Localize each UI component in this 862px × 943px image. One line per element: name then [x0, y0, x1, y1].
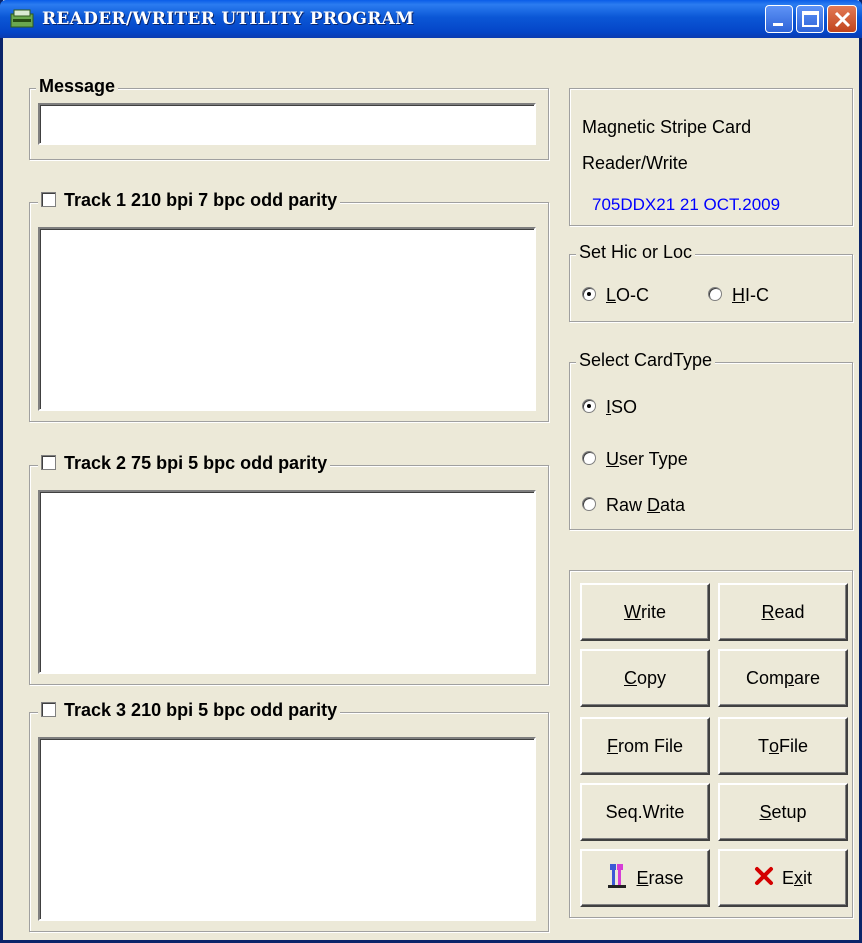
read-button[interactable]: Read: [718, 583, 848, 641]
write-button[interactable]: Write: [580, 583, 710, 641]
user-type-option[interactable]: User Type: [582, 449, 688, 470]
version-text: 705DDX21 21 OCT.2009: [592, 195, 781, 214]
card-reader-icon: [10, 8, 34, 30]
close-button[interactable]: [827, 5, 857, 33]
user-type-radio[interactable]: [582, 451, 596, 465]
maximize-button[interactable]: [796, 5, 824, 33]
raw-data-radio[interactable]: [582, 497, 596, 511]
track3-checkbox[interactable]: [41, 702, 56, 717]
lo-c-option[interactable]: LO-C: [582, 285, 649, 306]
exit-button[interactable]: Ex it: [718, 849, 848, 907]
track1-text-area[interactable]: [38, 227, 536, 411]
message-group: Message: [29, 76, 549, 160]
actions-panel: Write Read Copy Com p are From File To Fil…: [569, 570, 853, 918]
card-type-group: Select CardType ISO User Type Raw Data: [569, 350, 853, 530]
track1-label: Track 1 210 bpi 7 bpc odd parity: [64, 190, 338, 210]
message-field[interactable]: [38, 103, 536, 145]
to-file-button[interactable]: To File: [718, 717, 848, 775]
track2-label: Track 2 75 bpi 5 bpc odd parity: [64, 453, 328, 473]
window-title: READER/WRITER UTILITY PROGRAM: [42, 9, 415, 29]
seq-write-button[interactable]: Seq.Write: [580, 783, 710, 841]
eraser-icon: [606, 863, 628, 894]
track3-label: Track 3 210 bpi 5 bpc odd parity: [64, 700, 338, 720]
coercivity-group: Set Hic or Loc LO-C HI-C: [569, 242, 853, 322]
track1-label-row[interactable]: Track 1 210 bpi 7 bpc odd parity: [38, 190, 341, 211]
app-window: READER/WRITER UTILITY PROGRAM Message Tr…: [0, 0, 862, 943]
track2-group: Track 2 75 bpi 5 bpc odd parity: [29, 453, 549, 685]
info-panel: Magnetic Stripe Card Reader/Write 705DDX…: [569, 88, 853, 226]
product-name-line1: Magnetic Stripe Card: [582, 117, 752, 137]
track1-checkbox[interactable]: [41, 192, 56, 207]
message-label: Message: [36, 76, 119, 97]
minimize-button[interactable]: [765, 5, 793, 33]
title-bar[interactable]: READER/WRITER UTILITY PROGRAM: [0, 0, 862, 38]
track3-group: Track 3 210 bpi 5 bpc odd parity: [29, 700, 549, 932]
card-type-label: Select CardType: [576, 350, 716, 371]
iso-radio[interactable]: [582, 399, 596, 413]
track2-text-area[interactable]: [38, 490, 536, 674]
track3-label-row[interactable]: Track 3 210 bpi 5 bpc odd parity: [38, 700, 341, 721]
track2-label-row[interactable]: Track 2 75 bpi 5 bpc odd parity: [38, 453, 331, 474]
compare-button[interactable]: Com p are: [718, 649, 848, 707]
iso-option[interactable]: ISO: [582, 397, 637, 418]
erase-button[interactable]: Erase: [580, 849, 710, 907]
setup-button[interactable]: Setup: [718, 783, 848, 841]
product-name-line2: Reader/Write: [582, 153, 688, 173]
hi-c-option[interactable]: HI-C: [708, 285, 769, 306]
lo-c-radio[interactable]: [582, 287, 596, 301]
copy-button[interactable]: Copy: [580, 649, 710, 707]
coercivity-label: Set Hic or Loc: [576, 242, 696, 263]
track3-text-area[interactable]: [38, 737, 536, 921]
from-file-button[interactable]: From File: [580, 717, 710, 775]
track2-checkbox[interactable]: [41, 455, 56, 470]
hi-c-radio[interactable]: [708, 287, 722, 301]
raw-data-option[interactable]: Raw Data: [582, 495, 685, 516]
red-x-icon: [754, 866, 774, 891]
track1-group: Track 1 210 bpi 7 bpc odd parity: [29, 190, 549, 422]
